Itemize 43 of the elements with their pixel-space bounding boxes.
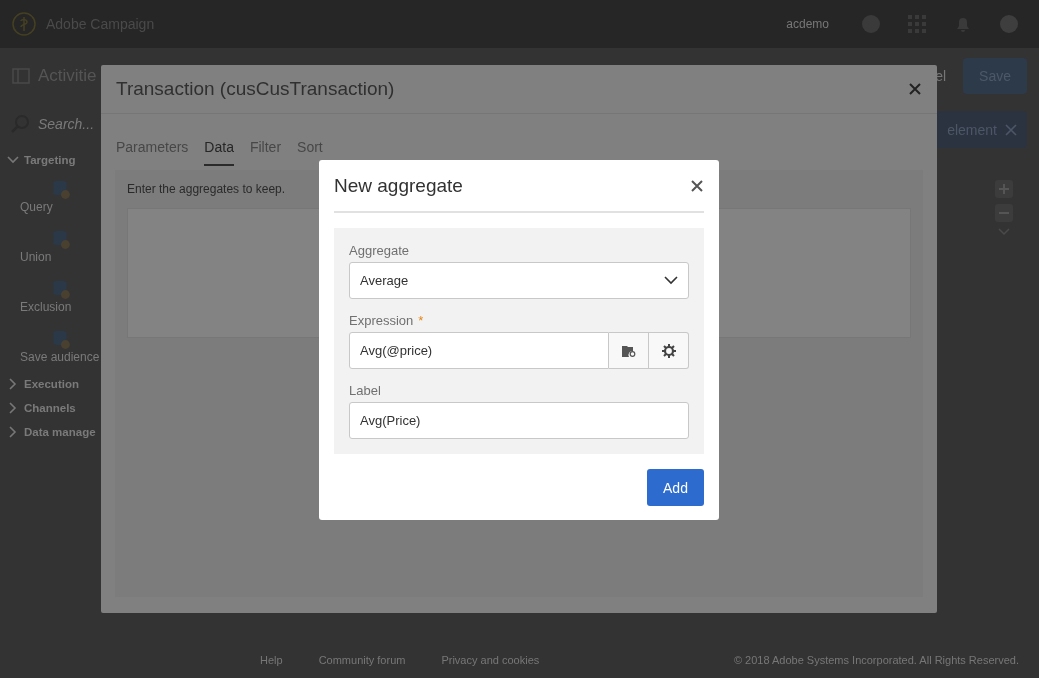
hint-text: Enter the aggregates to keep. — [127, 182, 286, 196]
settings-button[interactable] — [649, 332, 689, 369]
settings-icon — [661, 343, 676, 358]
copyright-text: © 2018 Adobe Systems Incorporated. All Rights Reserved. — [733, 654, 1019, 666]
chevron-down-icon — [664, 276, 678, 285]
database-icon[interactable] — [50, 278, 72, 300]
database-icon[interactable] — [50, 178, 72, 200]
zoom-out-icon[interactable] — [995, 204, 1013, 222]
add-button[interactable]: Add — [647, 469, 704, 506]
field-label: Label — [349, 383, 381, 398]
user-name: acdemo — [786, 17, 829, 31]
tab[interactable]: Filter — [249, 138, 282, 166]
tab[interactable]: Data — [204, 138, 234, 166]
database-icon[interactable] — [50, 328, 72, 350]
zoom-in-icon[interactable] — [995, 180, 1013, 198]
folder-icon — [621, 344, 636, 357]
database-icon[interactable] — [50, 228, 72, 250]
logo-icon — [12, 12, 36, 36]
aggregate-select[interactable]: Average — [349, 262, 689, 299]
sidebar-section[interactable]: Channels — [7, 402, 120, 414]
activity-label: Save audience — [20, 350, 100, 364]
close-button[interactable] — [908, 82, 922, 96]
close-icon — [1005, 123, 1017, 136]
dialog-title: Transaction (cusCusTransaction) — [116, 78, 396, 100]
required-mark: * — [418, 313, 424, 328]
sidebar-section[interactable]: Data manage — [7, 426, 120, 438]
avatar-icon[interactable] — [999, 14, 1019, 34]
field-label: Aggregate — [349, 243, 409, 258]
modal-title: New aggregate — [334, 174, 464, 197]
folder-button[interactable] — [609, 332, 649, 369]
field-label: Expression — [349, 313, 414, 328]
close-button[interactable] — [690, 178, 704, 193]
activity-label: Exclusion — [20, 300, 72, 314]
tab[interactable]: Sort — [297, 138, 323, 166]
sidebar-section[interactable]: Execution — [7, 378, 120, 390]
activity-label: Query — [20, 200, 53, 214]
label-field[interactable]: Avg(Price) — [349, 402, 689, 439]
footer-link[interactable]: Help — [260, 654, 283, 666]
search-field[interactable]: Search... — [38, 116, 95, 132]
footer-link[interactable]: Privacy and cookies — [441, 654, 540, 666]
footer-link[interactable]: Community forum — [318, 654, 406, 666]
activity-label: Union — [20, 250, 52, 264]
expression-field[interactable]: Avg(@price) — [349, 332, 609, 369]
